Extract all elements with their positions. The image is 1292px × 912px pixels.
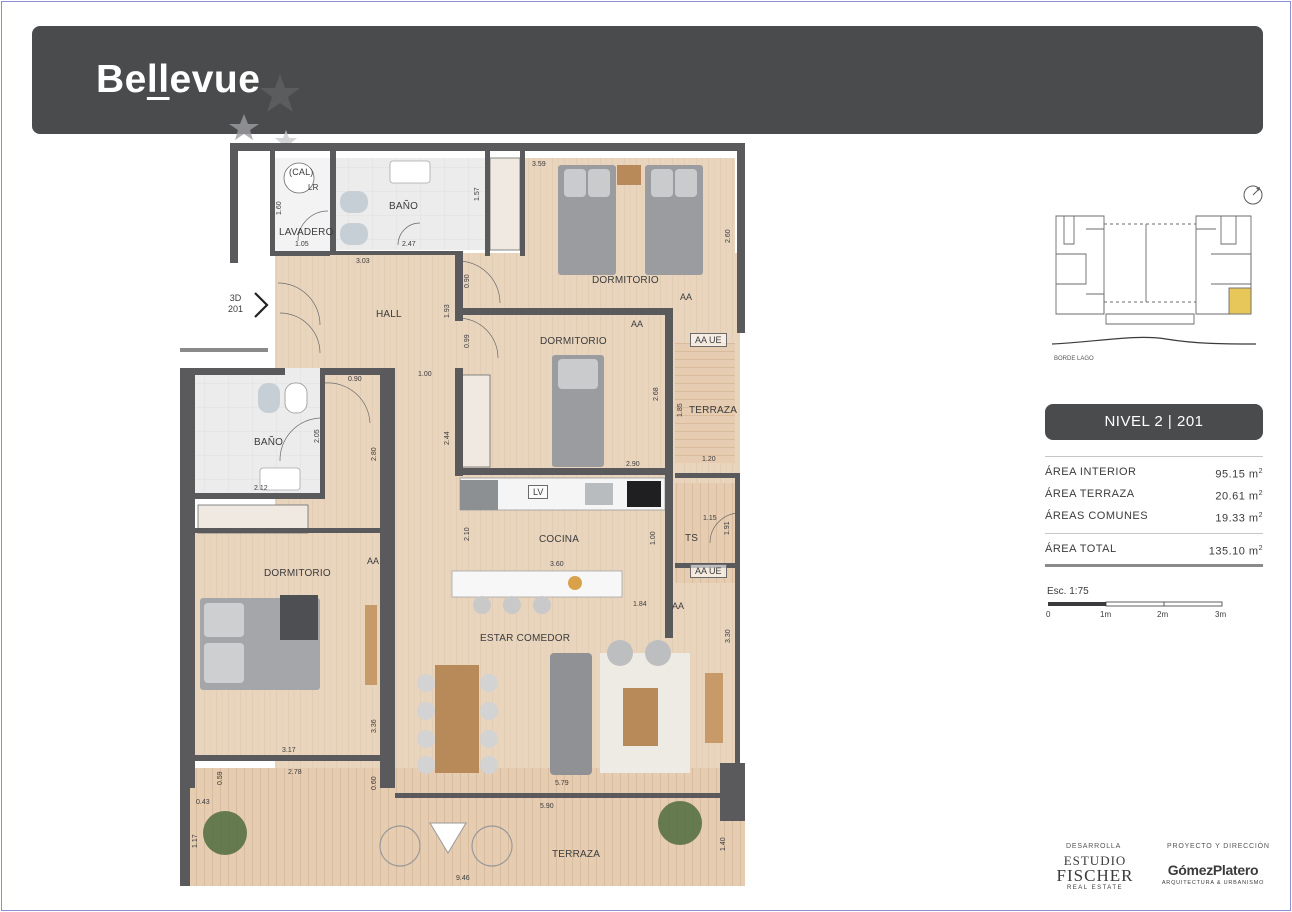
dim-212: 2.12 [254,485,268,492]
area-label: ÁREA TERRAZA [1045,488,1135,500]
entrance-label: 3D 201 [228,293,244,314]
dim-336: 3.36 [371,719,378,733]
scale-tick-3: 3m [1215,610,1227,619]
area-total-value: 135.10 m2 [1208,545,1263,558]
scale-tick-1: 1m [1100,610,1112,619]
dim-359: 3.59 [532,161,546,168]
room-estar-comedor: ESTAR COMEDOR [480,633,571,644]
dim-059: 0.59 [217,771,224,785]
dim-100b: 1.00 [650,531,657,545]
room-lavadero: LAVADERO [279,227,334,238]
area-label: ÁREA INTERIOR [1045,466,1137,478]
dim-268: 2.68 [653,387,660,401]
dim-205: 2.05 [314,429,321,443]
tag-aa-4: AA [672,601,685,611]
tag-aa-3: AA [367,556,380,566]
dim-043: 0.43 [196,799,210,806]
scale-bar: Esc. 1:75 0 1m 2m 3m [1046,586,1236,626]
dim-191: 1.91 [724,521,731,535]
dim-160: 1.60 [276,201,283,215]
room-dormitorio-mid: DORMITORIO [540,336,607,347]
estudio-fischer-logo: ESTUDIO FISCHER REAL ESTATE [1056,853,1134,891]
area-separator-top [1045,456,1263,457]
dim-590: 5.90 [540,803,554,810]
area-label: ÁREAS COMUNES [1045,510,1149,522]
room-terraza-bottom: TERRAZA [552,849,601,860]
dim-330: 3.30 [725,629,732,643]
key-plan-caption: BORDE LAGO [1054,356,1094,362]
dim-105: 1.05 [295,241,309,248]
tag-aa-ue-1: AA UE [690,333,727,347]
key-plan-highlight [1228,287,1252,315]
dim-579: 5.79 [555,780,569,787]
credit-desarrolla-label: DESARROLLA [1066,843,1122,850]
dim-244: 2.44 [444,431,451,445]
dim-303: 3.03 [356,258,370,265]
dim-193: 1.93 [444,304,451,318]
room-dormitorio-top: DORMITORIO [592,275,659,286]
dim-140: 1.40 [720,837,727,851]
dim-060: 0.60 [371,776,378,790]
area-value: 20.61 m2 [1215,490,1263,503]
tag-aa-2: AA [631,319,644,329]
scale-tick-2: 2m [1157,610,1169,619]
room-terraza-small: TERRAZA [689,405,738,416]
room-bano-top: BAÑO [389,201,419,212]
dim-184: 1.84 [633,601,647,608]
tag-aa-1: AA [680,292,693,302]
dim-210: 2.10 [464,527,471,541]
scale-title: Esc. 1:75 [1047,586,1089,597]
area-row-interior: ÁREA INTERIOR 95.15 m2 [1045,461,1263,483]
room-dormitorio-left: DORMITORIO [264,568,331,579]
dim-260: 2.60 [725,229,732,243]
dim-090b: 0.90 [348,376,362,383]
dim-100a: 1.00 [418,371,432,378]
dim-278: 2.78 [288,769,302,776]
dim-120: 1.20 [702,456,716,463]
area-row-terraza: ÁREA TERRAZA 20.61 m2 [1045,483,1263,505]
room-cal: (CAL) [289,167,314,177]
area-value: 95.15 m2 [1215,468,1263,481]
tag-aa-ue-2: AA UE [690,564,727,578]
floor-plan: LAVADERO (CAL) LR BAÑO DORMITORIO HALL D… [180,143,750,888]
dim-099: 0.99 [464,334,471,348]
tag-lv: LV [528,485,549,499]
dim-117: 1.17 [192,834,199,848]
dim-185: 1.85 [677,403,684,417]
area-row-comunes: ÁREAS COMUNES 19.33 m2 [1045,505,1263,527]
area-separator-bottom [1045,564,1263,567]
unit-level-badge: NIVEL 2 | 201 [1045,404,1263,440]
gomez-platero-logo: GómezPlatero ARQUITECTURA & URBANISMO [1161,862,1265,886]
room-cocina: COCINA [539,534,580,545]
area-row-total: ÁREA TOTAL 135.10 m2 [1045,538,1263,560]
scale-bar-graphic [1048,601,1223,607]
floor-plan-drawing [180,143,745,886]
room-hall: HALL [376,309,402,320]
scale-tick-0: 0 [1046,610,1051,619]
dim-317: 3.17 [282,747,296,754]
area-total-label: ÁREA TOTAL [1045,543,1117,555]
dim-946: 9.46 [456,875,470,882]
room-lr: LR [308,183,319,192]
area-value: 19.33 m2 [1215,512,1263,525]
dim-360: 3.60 [550,561,564,568]
area-separator [1045,533,1263,534]
credit-proyecto-label: PROYECTO Y DIRECCIÓN [1167,843,1270,850]
dim-290: 2.90 [626,461,640,468]
room-ts: TS [685,533,699,544]
dim-247: 2.47 [402,241,416,248]
area-table: ÁREA INTERIOR 95.15 m2 ÁREA TERRAZA 20.6… [1045,456,1263,567]
room-bano-left: BAÑO [254,437,284,448]
dim-115: 1.15 [703,515,717,522]
dim-090a: 0.90 [464,274,471,288]
dim-157: 1.57 [474,187,481,201]
key-plan: BORDE LAGO [1051,185,1263,362]
dim-280: 2.80 [371,447,378,461]
